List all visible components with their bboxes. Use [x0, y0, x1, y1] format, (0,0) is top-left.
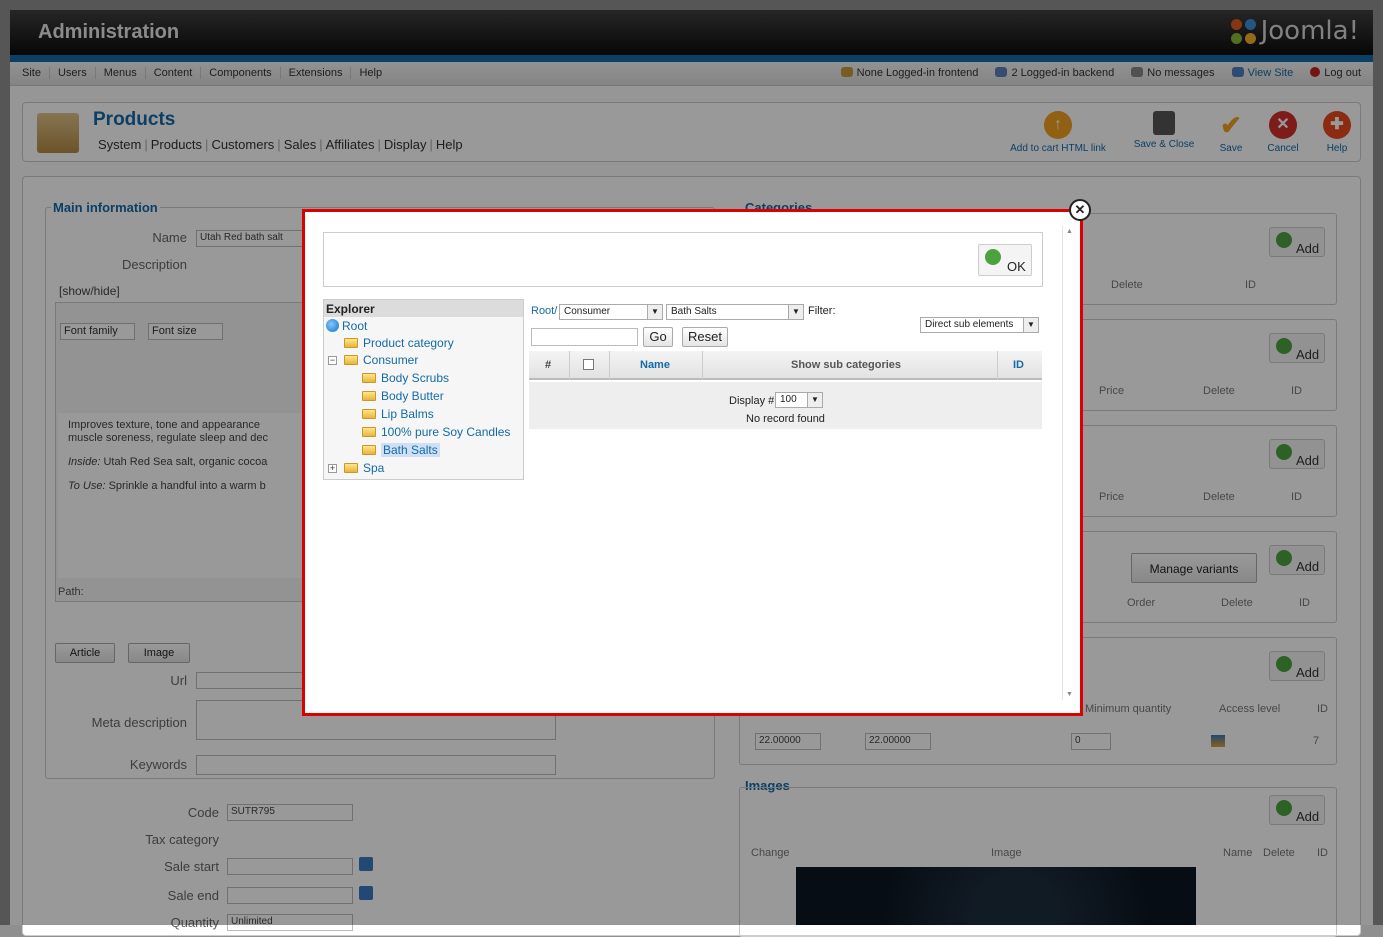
category-picker-modal: ▲ ▼ OK Explorer Root Product category − …: [302, 209, 1083, 716]
tree-label: Consumer: [363, 353, 419, 367]
modal-scrollbar[interactable]: ▲ ▼: [1062, 226, 1076, 700]
tree-label: Product category: [363, 336, 454, 350]
category-select[interactable]: Bath Salts ▼: [666, 304, 804, 320]
tree-label: Lip Balms: [381, 407, 434, 421]
close-icon[interactable]: ✕: [1069, 199, 1091, 221]
filter-label: Filter:: [808, 305, 836, 317]
ok-icon: [985, 249, 1001, 265]
globe-icon: [326, 319, 339, 332]
select-value: Direct sub elements: [925, 319, 1014, 330]
folder-icon: [344, 338, 358, 348]
display-label: Display #: [729, 395, 775, 407]
tree-spa[interactable]: Spa: [344, 461, 384, 475]
folder-icon: [362, 445, 376, 455]
chevron-down-icon: ▼: [1023, 318, 1038, 332]
tree-label: Body Butter: [381, 389, 444, 403]
folder-icon: [362, 427, 376, 437]
tree-product-category[interactable]: Product category: [344, 336, 454, 350]
chevron-down-icon: ▼: [807, 393, 822, 407]
col-name[interactable]: Name: [640, 359, 670, 371]
chevron-down-icon: ▼: [788, 305, 803, 319]
breadcrumb-root[interactable]: Root/: [531, 305, 557, 317]
tree-root[interactable]: Root: [326, 319, 367, 333]
folder-open-icon: [344, 355, 358, 365]
ok-toolbar: OK: [323, 232, 1043, 287]
display-count-select[interactable]: 100 ▼: [775, 392, 823, 408]
filter-select[interactable]: Direct sub elements ▼: [920, 317, 1039, 333]
scroll-up-icon[interactable]: ▲: [1066, 228, 1073, 235]
folder-icon: [362, 373, 376, 383]
select-all-checkbox[interactable]: [583, 359, 594, 370]
folder-icon: [362, 409, 376, 419]
tree-body-butter[interactable]: Body Butter: [362, 389, 444, 403]
collapse-icon[interactable]: −: [328, 356, 337, 365]
col-id[interactable]: ID: [1013, 359, 1024, 371]
tree-label-selected: Bath Salts: [381, 443, 440, 457]
scroll-down-icon[interactable]: ▼: [1066, 691, 1073, 698]
search-input[interactable]: [531, 328, 638, 346]
no-record-text: No record found: [746, 413, 825, 425]
parent-category-select[interactable]: Consumer ▼: [559, 304, 663, 320]
select-value: Consumer: [564, 306, 611, 317]
explorer-tree: Explorer Root Product category − Consume…: [323, 299, 524, 480]
chevron-down-icon: ▼: [647, 305, 662, 319]
expand-icon[interactable]: +: [328, 464, 337, 473]
results-footer: Display # 100 ▼ No record found: [529, 382, 1042, 429]
reset-button[interactable]: Reset: [682, 327, 728, 347]
go-button[interactable]: Go: [643, 327, 673, 347]
col-number: #: [545, 359, 552, 371]
tree-bath-salts[interactable]: Bath Salts: [362, 443, 440, 457]
tree-label: Body Scrubs: [381, 371, 450, 385]
col-show-sub: Show sub categories: [791, 359, 902, 371]
ok-button[interactable]: OK: [978, 244, 1032, 276]
tree-label: 100% pure Soy Candles: [381, 425, 511, 439]
tree-lip-balms[interactable]: Lip Balms: [362, 407, 434, 421]
results-table-header: # Name Show sub categories ID: [529, 351, 1042, 380]
tree-soy-candles[interactable]: 100% pure Soy Candles: [362, 425, 510, 439]
folder-icon: [362, 391, 376, 401]
explorer-header: Explorer: [324, 300, 523, 317]
tree-consumer[interactable]: Consumer: [344, 353, 418, 367]
tree-label: Spa: [363, 461, 385, 475]
tree-body-scrubs[interactable]: Body Scrubs: [362, 371, 449, 385]
ok-label: OK: [1007, 259, 1026, 274]
select-value: Bath Salts: [671, 306, 717, 317]
select-value: 100: [780, 394, 797, 405]
folder-icon: [344, 463, 358, 473]
tree-root-label: Root: [342, 319, 368, 333]
